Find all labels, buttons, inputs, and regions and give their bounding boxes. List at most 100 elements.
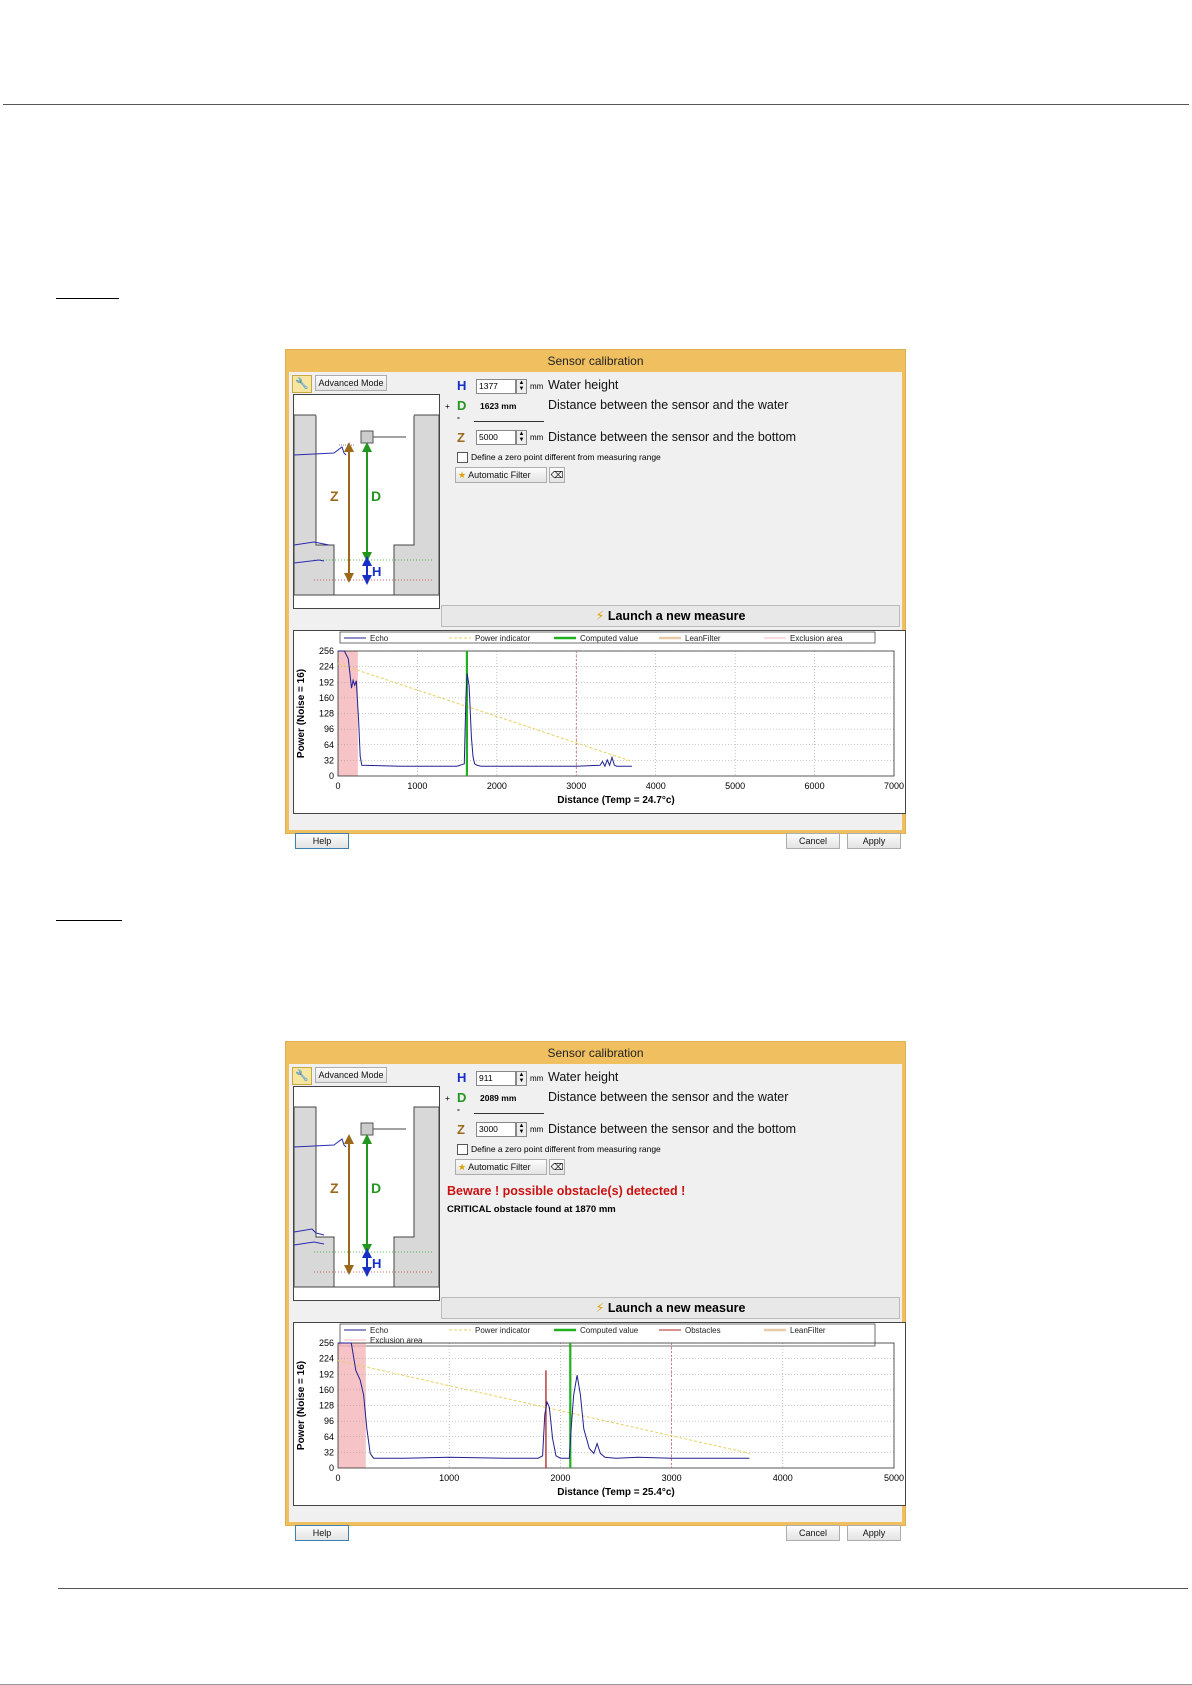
x-tick-label: 0: [335, 1473, 340, 1483]
advanced-mode-button[interactable]: Advanced Mode: [315, 375, 387, 391]
legend-label: Computed value: [580, 634, 639, 643]
star-icon: ★: [458, 470, 467, 480]
diagram-d-label: D: [371, 1180, 381, 1196]
y-tick-label: 64: [324, 740, 334, 750]
h-letter: H: [457, 378, 467, 393]
critical-obstacle-text: CRITICAL obstacle found at 1870 mm: [447, 1204, 616, 1215]
eraser-button[interactable]: ⌫: [549, 467, 565, 483]
eraser-icon: ⌫: [550, 470, 564, 480]
cancel-button[interactable]: Cancel: [786, 833, 840, 849]
legend-label: Echo: [370, 634, 389, 643]
diagram-h-label: H: [372, 564, 381, 579]
plot-frame: [337, 650, 895, 777]
water-height-spinner[interactable]: ▲ ▼: [516, 1071, 527, 1086]
distance-water-value: 2089 mm: [480, 1093, 517, 1103]
legend-label: LeanFilter: [790, 1326, 826, 1335]
lightning-icon: ⚡: [595, 1301, 605, 1315]
launch-measure-label: Launch a new measure: [607, 609, 746, 623]
tank-diagram: Z D H: [293, 1086, 440, 1301]
z-unit: mm: [530, 433, 544, 442]
power-indicator-line: [337, 663, 633, 762]
sensor-bottom-spinner[interactable]: ▲ ▼: [516, 430, 527, 445]
dialog-body: 🔧 Advanced Mode: [289, 1064, 906, 1541]
zero-point-label: Define a zero point different from measu…: [471, 1144, 661, 1154]
minus-sign: -: [457, 412, 460, 422]
zero-point-checkbox[interactable]: [457, 1144, 468, 1155]
automatic-filter-label: Automatic Filter: [468, 470, 531, 480]
echo-chart-1: Echo Power indicator Computed value LeanFil…: [293, 630, 906, 814]
advanced-mode-button[interactable]: Advanced Mode: [315, 1067, 387, 1083]
automatic-filter-label: Automatic Filter: [468, 1162, 531, 1172]
legend-label: Computed value: [580, 1326, 639, 1335]
tank-diagram-svg: Z D H: [293, 1106, 440, 1288]
echo-chart-svg: Echo Power indicator Computed value Obstacl…: [296, 1323, 904, 1498]
y-tick-label: 256: [319, 646, 334, 656]
z-letter: Z: [457, 1122, 465, 1137]
x-tick-label: 1000: [407, 781, 427, 791]
x-tick-label: 2000: [487, 781, 507, 791]
obstacle-warning: Beware ! possible obstacle(s) detected !: [447, 1184, 686, 1198]
apply-button[interactable]: Apply: [847, 833, 901, 849]
wrench-icon[interactable]: 🔧: [292, 375, 312, 393]
y-tick-label: 224: [319, 662, 334, 672]
d-plus-sign: +: [445, 1093, 450, 1103]
eraser-button[interactable]: ⌫: [549, 1159, 565, 1175]
automatic-filter-button[interactable]: ★ Automatic Filter: [455, 1159, 547, 1175]
diagram-z-label: Z: [330, 1180, 339, 1196]
dialog-title: Sensor calibration: [547, 354, 644, 368]
y-tick-label: 32: [324, 1447, 334, 1457]
zero-point-label: Define a zero point different from measu…: [471, 452, 661, 462]
distance-water-value: 1623 mm: [480, 401, 517, 411]
x-tick-label: 3000: [662, 1473, 682, 1483]
echo-series-line: [338, 1342, 750, 1459]
sum-line: [474, 1113, 544, 1114]
y-tick-label: 128: [319, 1401, 334, 1411]
x-axis-label: Distance (Temp = 25.4°c): [557, 1487, 674, 1498]
distance-water-label: Distance between the sensor and the wate…: [548, 398, 789, 412]
help-button[interactable]: Help: [295, 1525, 349, 1541]
section-underline-2: [56, 920, 122, 921]
h-unit: mm: [530, 382, 544, 391]
diagram-z-label: Z: [330, 488, 339, 504]
d-letter: D: [457, 398, 467, 413]
y-tick-label: 96: [324, 724, 334, 734]
apply-button[interactable]: Apply: [847, 1525, 901, 1541]
h-letter: H: [457, 1070, 467, 1085]
x-tick-label: 5000: [884, 1473, 904, 1483]
zero-point-checkbox[interactable]: [457, 452, 468, 463]
x-tick-label: 7000: [884, 781, 904, 791]
sensor-bottom-input[interactable]: 3000: [476, 1122, 516, 1137]
echo-chart-svg: Echo Power indicator Computed value LeanFil…: [296, 631, 904, 806]
sensor-calibration-dialog-2: Sensor calibration 🔧 Advanced Mode Z D H…: [285, 1041, 906, 1541]
legend-label: Obstacles: [685, 1326, 721, 1335]
sensor-bottom-label: Distance between the sensor and the bott…: [548, 1122, 797, 1136]
y-tick-label: 192: [319, 677, 334, 687]
h-unit: mm: [530, 1074, 544, 1083]
cancel-button[interactable]: Cancel: [786, 1525, 840, 1541]
diagram-d-label: D: [371, 488, 381, 504]
launch-measure-button[interactable]: ⚡ Launch a new measure: [441, 1297, 900, 1319]
section-underline-1: [56, 298, 119, 299]
y-axis-label: Power (Noise = 16): [296, 1361, 307, 1450]
water-height-spinner[interactable]: ▲ ▼: [516, 379, 527, 394]
y-tick-label: 160: [319, 693, 334, 703]
legend-label: LeanFilter: [685, 634, 721, 643]
y-tick-label: 160: [319, 1385, 334, 1395]
water-height-input[interactable]: 1377: [476, 379, 516, 394]
tank-diagram: Z D H: [293, 394, 440, 609]
d-plus-sign: +: [445, 401, 450, 411]
plot-frame: [337, 1342, 895, 1469]
y-tick-label: 0: [329, 771, 334, 781]
wrench-icon[interactable]: 🔧: [292, 1067, 312, 1085]
water-height-input[interactable]: 911: [476, 1071, 516, 1086]
automatic-filter-button[interactable]: ★ Automatic Filter: [455, 467, 547, 483]
sum-line: [474, 421, 544, 422]
echo-series-line: [338, 650, 632, 768]
exclusion-area: [338, 1343, 366, 1468]
sensor-bottom-input[interactable]: 5000: [476, 430, 516, 445]
launch-measure-button[interactable]: ⚡ Launch a new measure: [441, 605, 900, 627]
tank-diagram-svg: Z D H: [293, 414, 440, 596]
y-tick-label: 32: [324, 755, 334, 765]
help-button[interactable]: Help: [295, 833, 349, 849]
sensor-bottom-spinner[interactable]: ▲ ▼: [516, 1122, 527, 1137]
